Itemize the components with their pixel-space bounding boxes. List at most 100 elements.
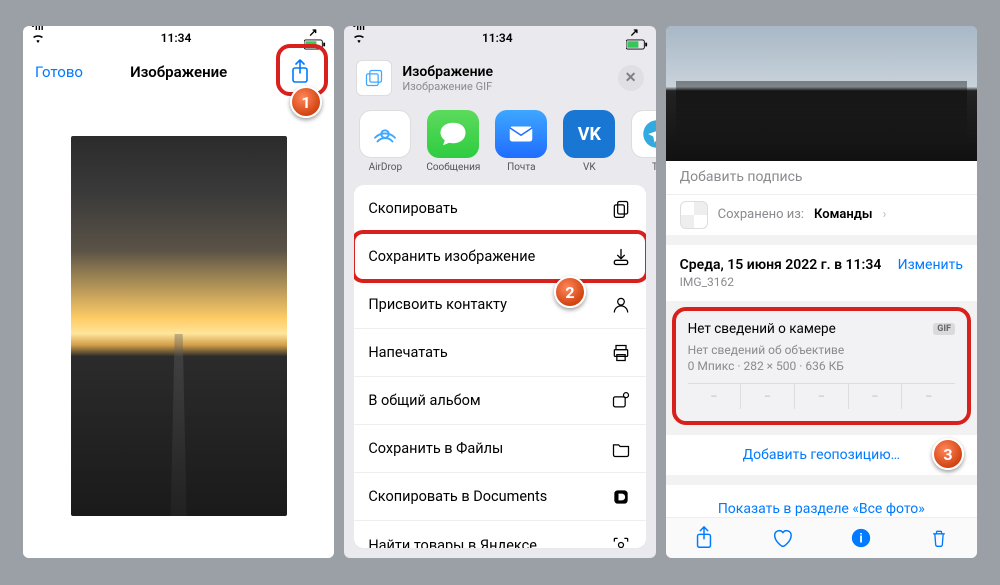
info-icon[interactable]: i bbox=[850, 527, 872, 549]
bottom-toolbar: i bbox=[666, 517, 977, 558]
print-icon bbox=[610, 343, 632, 363]
action-print[interactable]: Напечатать bbox=[354, 329, 645, 377]
action-label: Найти товары в Яндексе bbox=[368, 537, 537, 548]
exif-grid: – – – – – bbox=[688, 383, 955, 409]
heart-icon[interactable] bbox=[771, 527, 793, 549]
done-button[interactable]: Готово bbox=[35, 63, 83, 81]
app-airdrop[interactable]: AirDrop bbox=[354, 110, 416, 173]
no-lens-label: Нет сведений об объективе bbox=[688, 343, 955, 357]
action-copy[interactable]: Скопировать bbox=[354, 185, 645, 233]
exif-cell: – bbox=[849, 384, 903, 409]
battery-icon bbox=[304, 39, 326, 50]
status-bar: •ııl 11:34 ↗ bbox=[23, 26, 334, 50]
action-shared-album[interactable]: В общий альбом bbox=[354, 377, 645, 425]
action-label: Напечатать bbox=[368, 344, 447, 361]
signal-icon: •ııl bbox=[352, 26, 365, 33]
app-messages[interactable]: Сообщения bbox=[422, 110, 484, 173]
action-label: Сохранить в Файлы bbox=[368, 440, 503, 457]
download-icon bbox=[610, 247, 632, 267]
svg-text:i: i bbox=[859, 530, 863, 545]
action-save-image[interactable]: Сохранить изображение bbox=[354, 233, 645, 281]
saved-from-label: Сохранено из: bbox=[718, 207, 804, 222]
no-camera-label: Нет сведений о камере bbox=[688, 321, 836, 337]
show-all-photos-button[interactable]: Показать в разделе «Все фото» bbox=[666, 475, 977, 517]
share-apps-row: AirDrop Сообщения Почта VK VK Te bbox=[344, 106, 655, 185]
shortcuts-app-icon bbox=[680, 201, 708, 229]
image-stats: 0 Мпикс · 282 × 500 · 636 КБ bbox=[688, 359, 955, 373]
saved-from-app: Команды bbox=[814, 207, 873, 222]
date-text: Среда, 15 июня 2022 г. в 11:34 bbox=[680, 257, 882, 273]
action-assign-contact[interactable]: Присвоить контакту bbox=[354, 281, 645, 329]
exif-cell: – bbox=[902, 384, 955, 409]
action-save-files[interactable]: Сохранить в Файлы bbox=[354, 425, 645, 473]
status-time: 11:34 bbox=[161, 31, 192, 45]
exif-cell: – bbox=[741, 384, 795, 409]
camera-info-card: Нет сведений о камере GIF Нет сведений о… bbox=[676, 311, 967, 421]
vk-icon: VK bbox=[563, 110, 615, 158]
sheet-title: Изображение bbox=[402, 64, 607, 80]
exif-cell: – bbox=[795, 384, 849, 409]
action-label: Сохранить изображение bbox=[368, 248, 535, 265]
action-copy-documents[interactable]: Скопировать в Documents bbox=[354, 473, 645, 521]
gif-badge: GIF bbox=[933, 323, 955, 335]
phone-panel-1: •ııl 11:34 ↗ Готово Изображение bbox=[23, 26, 334, 558]
caption-placeholder: Добавить подпись bbox=[680, 169, 803, 185]
status-time: 11:34 bbox=[482, 31, 513, 45]
signal-icon: •ııl bbox=[31, 26, 44, 33]
app-label: Сообщения bbox=[426, 162, 480, 173]
close-button[interactable]: ✕ bbox=[618, 65, 644, 91]
file-name: IMG_3162 bbox=[680, 275, 963, 289]
shared-album-icon bbox=[610, 391, 632, 411]
scan-icon bbox=[610, 535, 632, 548]
wifi-icon bbox=[31, 33, 48, 43]
exif-cell: – bbox=[688, 384, 742, 409]
app-label: AirDrop bbox=[369, 162, 403, 173]
step-badge-2: 2 bbox=[554, 276, 586, 308]
action-list: Скопировать Сохранить изображение Присво… bbox=[354, 185, 645, 548]
chevron-right-icon: › bbox=[883, 207, 887, 222]
share-icon[interactable] bbox=[694, 526, 714, 550]
documents-app-icon bbox=[610, 487, 632, 507]
preview-image[interactable] bbox=[71, 136, 287, 516]
date-row: Среда, 15 июня 2022 г. в 11:34 Изменить … bbox=[666, 245, 977, 301]
mail-icon bbox=[495, 110, 547, 158]
copy-icon bbox=[610, 199, 632, 219]
action-label: В общий альбом bbox=[368, 392, 480, 409]
step-badge-3: 3 bbox=[932, 438, 964, 470]
saved-from-row[interactable]: Сохранено из: Команды › bbox=[666, 195, 977, 235]
nav-bar: Готово Изображение bbox=[23, 50, 334, 94]
add-geolocation-button[interactable]: Добавить геопозицию… bbox=[666, 435, 977, 475]
status-bar bbox=[666, 26, 977, 50]
action-yandex-search[interactable]: Найти товары в Яндексе bbox=[354, 521, 645, 548]
action-label: Скопировать в Documents bbox=[368, 488, 547, 505]
location-icon: ↗ bbox=[308, 26, 317, 39]
folder-icon bbox=[610, 439, 632, 459]
wifi-icon bbox=[352, 33, 369, 43]
action-label: Скопировать bbox=[368, 200, 457, 217]
share-sheet-header: Изображение Изображение GIF ✕ bbox=[344, 50, 655, 106]
app-mail[interactable]: Почта bbox=[490, 110, 552, 173]
action-label: Присвоить контакту bbox=[368, 296, 507, 313]
app-label: Te bbox=[652, 162, 656, 173]
photo-top[interactable] bbox=[666, 26, 977, 161]
messages-icon bbox=[427, 110, 479, 158]
phone-panel-3: Добавить подпись Сохранено из: Команды ›… bbox=[666, 26, 977, 558]
preview-area bbox=[23, 94, 334, 558]
trash-icon[interactable] bbox=[929, 527, 949, 549]
step-badge-1: 1 bbox=[290, 86, 322, 118]
app-label: Почта bbox=[507, 162, 535, 173]
app-label: VK bbox=[583, 162, 596, 173]
sheet-thumb-icon bbox=[356, 60, 392, 96]
app-vk[interactable]: VK VK bbox=[558, 110, 620, 173]
sheet-subtitle: Изображение GIF bbox=[402, 80, 607, 93]
edit-date-button[interactable]: Изменить bbox=[898, 257, 963, 273]
airdrop-icon bbox=[359, 110, 411, 158]
phone-panel-2: •ııl 11:34 ↗ Изображение Изображение GIF… bbox=[344, 26, 655, 558]
battery-icon bbox=[626, 39, 648, 50]
telegram-icon bbox=[631, 110, 655, 158]
caption-input[interactable]: Добавить подпись bbox=[666, 161, 977, 195]
app-telegram[interactable]: Te bbox=[626, 110, 655, 173]
status-bar: •ııl 11:34 ↗ bbox=[344, 26, 655, 50]
contact-icon bbox=[610, 295, 632, 315]
location-icon: ↗ bbox=[630, 26, 639, 39]
